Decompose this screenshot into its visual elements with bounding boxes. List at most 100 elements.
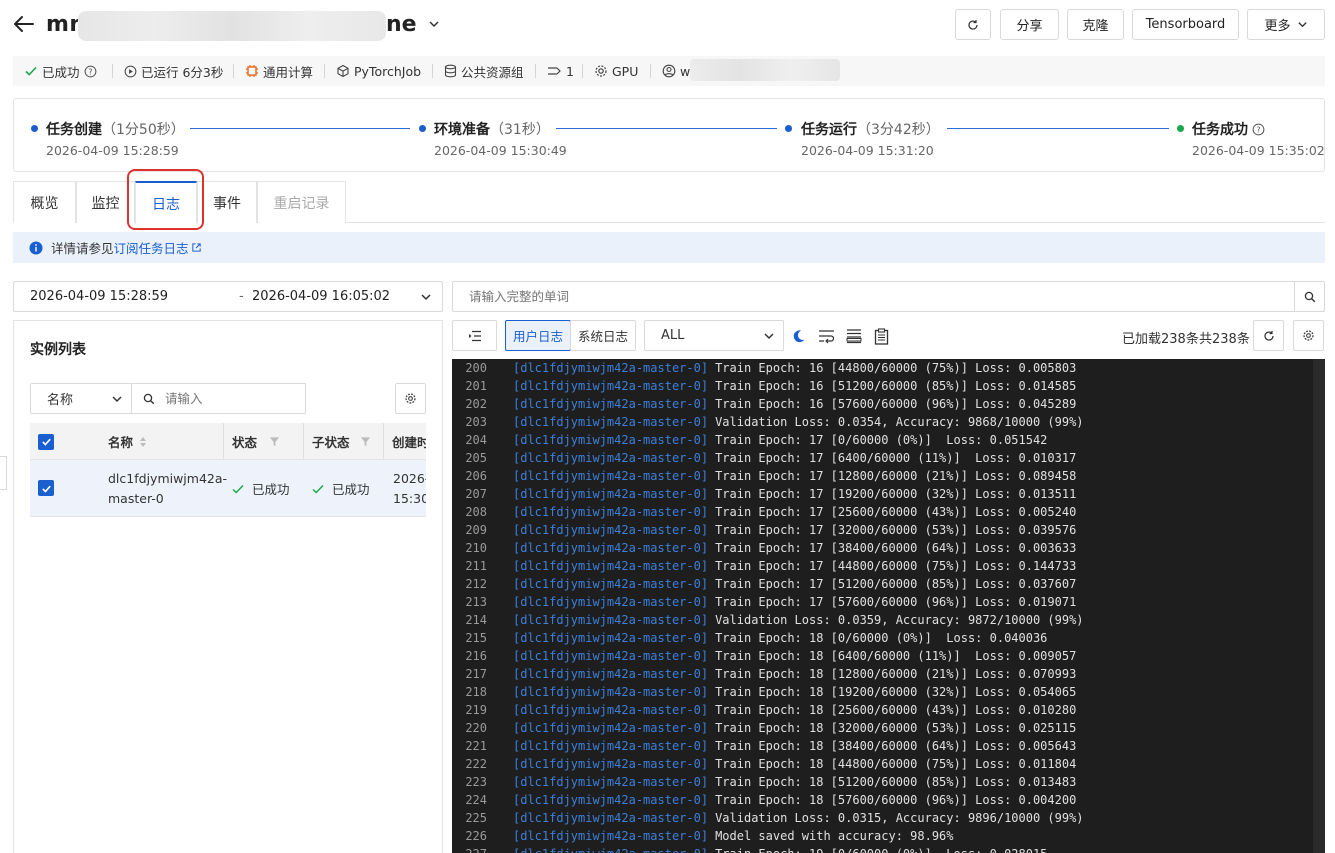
more-button[interactable]: 更多 (1247, 9, 1325, 40)
log-message: Train Epoch: 17 [57600/60000 (96%)] Loss… (715, 595, 1077, 609)
tab-events[interactable]: 事件 (197, 181, 257, 223)
log-line: 200 [dlc1fdjymiwjm42a-master-0] Train Epoc… (452, 359, 1325, 377)
instance-created-line: 2026- (393, 471, 426, 486)
gear-icon (595, 65, 607, 77)
log-line-number: 207 (465, 487, 487, 501)
instance-created-line: 15:30: (393, 491, 426, 506)
filter-icon[interactable] (269, 436, 280, 447)
log-line: 211 [dlc1fdjymiwjm42a-master-0] Train Epoc… (452, 557, 1325, 575)
log-line: 208 [dlc1fdjymiwjm42a-master-0] Train Epoc… (452, 503, 1325, 521)
user-log-tab[interactable]: 用户日志 (505, 320, 571, 351)
column-name[interactable]: 名称 (108, 423, 147, 460)
log-message: Train Epoch: 18 [0/60000 (0%)] Loss: 0.0… (715, 631, 1048, 645)
log-line: 215 [dlc1fdjymiwjm42a-master-0] Train Epoc… (452, 629, 1325, 647)
instance-substatus: 已成功 (311, 479, 370, 498)
dark-mode-toggle[interactable] (788, 326, 808, 346)
field-select[interactable]: 名称 (30, 383, 132, 414)
external-link-icon[interactable] (191, 242, 202, 253)
select-all-checkbox[interactable] (38, 433, 54, 450)
log-line: 201 [dlc1fdjymiwjm42a-master-0] Train Epoc… (452, 377, 1325, 395)
start-date[interactable]: 2026-04-09 15:28:59 (30, 289, 168, 304)
date-range-picker[interactable]: 2026-04-09 15:28:59 - 2026-04-09 16:05:0… (13, 281, 443, 312)
tab-restart-records[interactable]: 重启记录 (257, 181, 346, 223)
check-icon (312, 484, 324, 494)
meta-divider (432, 64, 433, 78)
log-pod-tag: [dlc1fdjymiwjm42a-master-0] (513, 361, 709, 375)
row-checkbox[interactable] (38, 480, 54, 496)
instance-status: 已成功 (231, 479, 290, 498)
play-circle-icon (124, 65, 137, 77)
log-pod-tag: [dlc1fdjymiwjm42a-master-0] (513, 523, 709, 537)
log-line: 210 [dlc1fdjymiwjm42a-master-0] Train Epoc… (452, 539, 1325, 557)
log-line: 221 [dlc1fdjymiwjm42a-master-0] Train Epoc… (452, 737, 1325, 755)
log-line: 223 [dlc1fdjymiwjm42a-master-0] Train Epoc… (452, 773, 1325, 791)
meta-runtime: 已运行 6分3秒 (124, 62, 223, 80)
log-pod-tag: [dlc1fdjymiwjm42a-master-0] (513, 451, 709, 465)
scroll-to-bottom-toggle[interactable] (844, 326, 864, 346)
step-dot (419, 125, 426, 132)
step-time: 2026-04-09 15:31:20 (801, 143, 934, 158)
instance-filter (131, 383, 306, 414)
tensorboard-button[interactable]: Tensorboard (1132, 9, 1239, 40)
toggle-panel-button[interactable] (452, 320, 497, 351)
end-date[interactable]: 2026-04-09 16:05:02 (252, 289, 390, 304)
log-settings-button[interactable] (1293, 320, 1324, 351)
column-substatus[interactable]: 子状态 (312, 423, 371, 460)
job-title-suffix: ne (386, 12, 417, 37)
progress-timeline (13, 98, 1325, 172)
log-line-number: 220 (465, 721, 487, 735)
back-arrow-icon[interactable] (12, 12, 36, 36)
column-substatus-label: 子状态 (312, 435, 350, 450)
info-icon (29, 241, 43, 254)
clone-button[interactable]: 克隆 (1067, 9, 1124, 40)
sort-icon[interactable] (139, 436, 147, 448)
meta-device-label: GPU (612, 63, 639, 79)
log-line: 224 [dlc1fdjymiwjm42a-master-0] Train Epoc… (452, 791, 1325, 809)
log-line: 212 [dlc1fdjymiwjm42a-master-0] Train Epoc… (452, 575, 1325, 593)
log-pod-tag: [dlc1fdjymiwjm42a-master-0] (513, 505, 709, 519)
date-separator: - (239, 289, 244, 304)
log-refresh-button[interactable] (1253, 320, 1284, 351)
tab-overview[interactable]: 概览 (13, 181, 76, 223)
log-message: Train Epoch: 17 [19200/60000 (32%)] Loss… (715, 487, 1077, 501)
log-pod-tag: [dlc1fdjymiwjm42a-master-0] (513, 577, 709, 591)
search-button[interactable] (1294, 282, 1324, 311)
column-settings-button[interactable] (395, 383, 426, 414)
log-message: Train Epoch: 18 [38400/60000 (64%)] Loss… (715, 739, 1077, 753)
subscribe-log-link[interactable]: 订阅任务日志 (114, 241, 189, 256)
meta-status-label: 已成功 (42, 64, 80, 80)
copy-log-button[interactable] (871, 326, 891, 346)
help-icon[interactable]: ? (84, 65, 97, 78)
system-log-tab[interactable]: 系统日志 (570, 320, 636, 351)
log-message: Train Epoch: 17 [12800/60000 (21%)] Loss… (715, 469, 1077, 483)
info-text-prefix: 详情请参见 (51, 241, 114, 256)
log-pod-tag: [dlc1fdjymiwjm42a-master-0] (513, 631, 709, 645)
redacted-owner (690, 59, 840, 81)
refresh-icon (1263, 330, 1274, 341)
log-viewer[interactable]: 200 [dlc1fdjymiwjm42a-master-0] Train Epoc… (452, 359, 1325, 853)
log-search-input[interactable] (453, 282, 1295, 311)
step-dot (31, 125, 38, 132)
instance-filter-input[interactable] (165, 391, 285, 406)
row-checkbox-cell (38, 480, 54, 496)
filter-icon[interactable] (360, 436, 371, 447)
chevron-down-icon[interactable] (428, 18, 440, 30)
user-icon (662, 64, 676, 78)
step-duration: （31秒） (490, 122, 550, 138)
column-created[interactable]: 创建时 (392, 423, 426, 460)
wrap-lines-toggle[interactable] (816, 326, 836, 346)
refresh-button[interactable] (955, 9, 991, 40)
log-message: Train Epoch: 16 [51200/60000 (85%)] Loss… (715, 379, 1077, 393)
log-line-number: 211 (465, 559, 487, 573)
panel-collapse-handle[interactable] (0, 456, 7, 490)
log-level-select[interactable]: ALL (644, 320, 784, 351)
step-title: 环境准备 (434, 122, 490, 138)
chevron-down-icon (421, 294, 431, 301)
log-line-number: 208 (465, 505, 487, 519)
step-running: 任务运行（3分42秒） (801, 119, 940, 139)
step-dot (785, 125, 792, 132)
share-button[interactable]: 分享 (1000, 9, 1059, 40)
log-line-number: 203 (465, 415, 487, 429)
column-status[interactable]: 状态 (232, 423, 280, 460)
help-icon[interactable]: ? (1252, 123, 1265, 136)
